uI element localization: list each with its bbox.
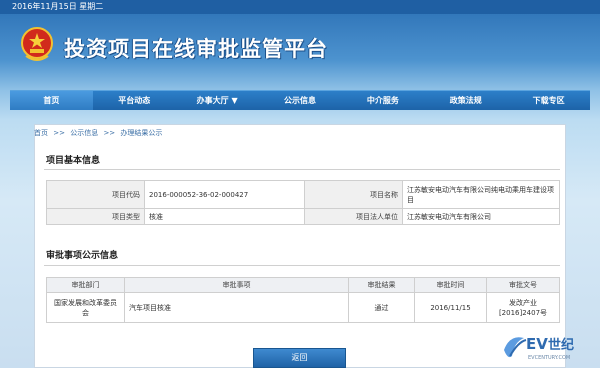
nav-service-hall[interactable]: 办事大厅 ▼ [176, 91, 259, 110]
basic-info-table: 项目代码 2016-000052-36-02-000427 项目名称 江苏敏安电… [46, 180, 560, 225]
nav-policies[interactable]: 政策法规 [424, 91, 507, 110]
column-header: 审批事项 [124, 277, 349, 293]
top-bar: 2016年11月15日 星期二 [0, 0, 600, 14]
logo-cn-text: 世纪 [548, 338, 575, 353]
project-name-value: 江苏敏安电动汽车有限公司纯电动乘用车建设项目 [402, 180, 560, 209]
site-title: 投资项目在线审批监管平台 [64, 37, 328, 61]
nav-downloads[interactable]: 下载专区 [507, 91, 590, 110]
breadcrumb-separator: >> [53, 129, 65, 137]
table-row: 国家发展和改革委员会 汽车项目核准 通过 2016/11/15 发改产业 [20… [46, 292, 560, 323]
approval-info-title: 审批事项公示信息 [46, 251, 119, 261]
table-header-row: 审批部门 审批事项 审批结果 审批时间 审批文号 [46, 277, 560, 293]
legal-entity-value: 江苏敏安电动汽车有限公司 [402, 208, 560, 225]
nav-home[interactable]: 首页 [10, 91, 93, 110]
project-type-label: 项目类型 [46, 208, 145, 225]
column-header: 审批结果 [348, 277, 415, 293]
basic-info-title: 项目基本信息 [46, 156, 101, 166]
logo-sub-text: EVCENTURY.COM [528, 355, 571, 361]
current-date: 2016年11月15日 星期二 [12, 2, 104, 11]
back-button[interactable]: 返回 [253, 348, 346, 368]
divider [44, 265, 560, 266]
approval-doc-number: 发改产业 [2016]2407号 [486, 292, 560, 323]
breadcrumb-home[interactable]: 首页 [34, 129, 48, 137]
approval-table: 审批部门 审批事项 审批结果 审批时间 审批文号 国家发展和改革委员会 汽车项目… [46, 277, 560, 323]
breadcrumb-public-info[interactable]: 公示信息 [70, 129, 98, 137]
breadcrumb: 首页 >> 公示信息 >> 办理结果公示 [34, 128, 165, 138]
project-type-value: 核准 [144, 208, 305, 225]
approval-time: 2016/11/15 [414, 292, 487, 323]
nav-public-info[interactable]: 公示信息 [259, 91, 342, 110]
column-header: 审批部门 [46, 277, 125, 293]
doc-number-line1: 发改产业 [509, 298, 537, 307]
table-row: 项目代码 2016-000052-36-02-000427 项目名称 江苏敏安电… [46, 180, 560, 209]
project-code-value: 2016-000052-36-02-000427 [144, 180, 305, 209]
approval-item: 汽车项目核准 [124, 292, 349, 323]
nav-intermediary-services[interactable]: 中介服务 [341, 91, 424, 110]
column-header: 审批时间 [414, 277, 487, 293]
nav-platform-news[interactable]: 平台动态 [93, 91, 176, 110]
national-emblem-icon [21, 27, 53, 61]
project-code-label: 项目代码 [46, 180, 145, 209]
divider [44, 169, 560, 170]
approval-dept: 国家发展和改革委员会 [46, 292, 125, 323]
logo-ev-text: EV [526, 335, 548, 353]
table-row: 项目类型 核准 项目法人单位 江苏敏安电动汽车有限公司 [46, 208, 560, 225]
legal-entity-label: 项目法人单位 [304, 208, 403, 225]
breadcrumb-current[interactable]: 办理结果公示 [120, 129, 162, 137]
main-nav: 首页 平台动态 办事大厅 ▼ 公示信息 中介服务 政策法规 下载专区 [10, 90, 590, 110]
project-name-label: 项目名称 [304, 180, 403, 209]
doc-number-line2: [2016]2407号 [498, 308, 548, 317]
approval-result: 通过 [348, 292, 415, 323]
breadcrumb-separator: >> [103, 129, 116, 137]
column-header: 审批文号 [486, 277, 560, 293]
content-panel [34, 124, 566, 368]
